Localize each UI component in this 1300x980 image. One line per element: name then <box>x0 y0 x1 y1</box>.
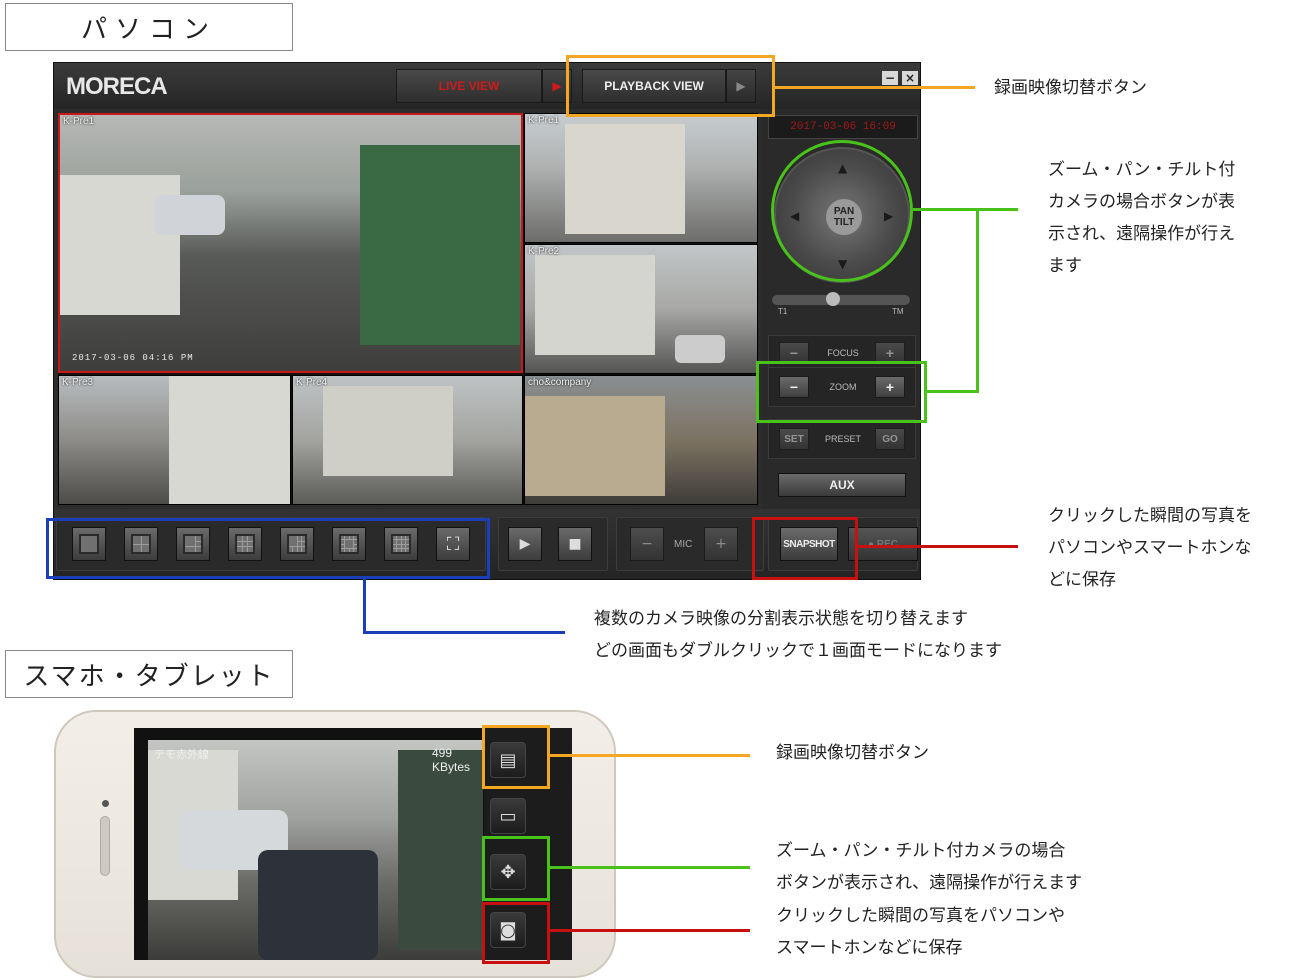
camera-label: K-Pre1 <box>528 115 560 126</box>
leader-line-mobile-ptz <box>550 866 750 869</box>
leader-line-mobile-playback <box>550 754 750 757</box>
leader-line-ptz-h2 <box>927 390 979 393</box>
annotation-mobile-ptz: ズーム・パン・チルト付カメラの場合 ボタンが表示され、遠隔操作が行えます <box>776 835 1082 899</box>
annotation-line: ズーム・パン・チルト付カメラの場合 <box>776 841 1066 861</box>
mic-plus-button[interactable]: + <box>704 527 738 561</box>
phone-video-feed[interactable]: テモ赤外線 499 KBytes <box>148 740 483 960</box>
annotation-line: どに保存 <box>1048 570 1116 590</box>
annotation-line: スマートホンなどに保存 <box>776 938 963 958</box>
camera-timestamp: 2017-03-06 04:16 PM <box>72 353 194 363</box>
pc-section-label: パソコン <box>5 3 293 51</box>
minimize-icon[interactable]: − <box>882 71 898 85</box>
camera-label: K-Pre3 <box>62 377 94 388</box>
close-icon[interactable]: × <box>902 71 918 85</box>
play-button[interactable]: ▶ <box>508 527 542 561</box>
annotation-mobile-playback: 録画映像切替ボタン <box>776 743 929 763</box>
annotation-snapshot: クリックした瞬間の写真を パソコンやスマートホンな どに保存 <box>1048 500 1252 596</box>
green-tarp-shape <box>398 750 483 950</box>
rec-button[interactable]: ● REC <box>848 527 918 561</box>
camera-label: cho&company <box>528 377 592 388</box>
highlight-layouts <box>46 518 490 579</box>
annotation-line: パソコンやスマートホンな <box>1048 538 1252 558</box>
building-shape <box>535 255 655 355</box>
annotation-line: ボタンが表示され、遠隔操作が行えます <box>776 873 1083 893</box>
green-tarp-shape <box>360 145 520 345</box>
camera-tile[interactable]: K-Pre2 <box>524 244 758 374</box>
preset-go-button[interactable]: GO <box>875 428 905 450</box>
single-view-icon[interactable]: ▭ <box>490 798 526 834</box>
stop-icon: ■ <box>568 536 582 552</box>
annotation-line: クリックした瞬間の写真を <box>1048 506 1252 526</box>
live-view-tab[interactable]: LIVE VIEW <box>396 69 542 103</box>
aux-button[interactable]: AUX <box>778 473 906 497</box>
annotation-line: 複数のカメラ映像の分割表示状態を切り替えます <box>594 609 968 629</box>
speaker-icon <box>100 816 110 876</box>
building-shape <box>525 396 665 496</box>
annotation-line: クリックした瞬間の写真をパソコンや <box>776 906 1065 926</box>
front-camera-icon <box>102 800 109 807</box>
camera-grid: K-Pre1 2017-03-06 04:16 PM K-Pre1 K-Pre2… <box>58 113 758 505</box>
leader-line-layouts-h <box>363 631 565 634</box>
highlight-zoom <box>756 361 927 423</box>
datetime-display: 2017-03-06 16:09 <box>768 115 918 139</box>
leader-line-mobile-snapshot <box>550 929 750 932</box>
moreca-app-window: MORECA LIVE VIEW ▶ PLAYBACK VIEW ▶ − × K… <box>53 62 921 580</box>
highlight-mobile-snapshot <box>482 902 550 964</box>
annotation-playback: 録画映像切替ボタン <box>994 78 1147 98</box>
building-shape <box>565 124 685 234</box>
camera-tile[interactable]: K-Pre1 <box>524 113 758 243</box>
highlight-playback <box>566 55 775 117</box>
leader-line-playback <box>775 86 975 89</box>
preset-set-button[interactable]: SET <box>779 428 809 450</box>
stop-button[interactable]: ■ <box>558 527 592 561</box>
annotation-mobile-snapshot: クリックした瞬間の写真をパソコンや スマートホンなどに保存 <box>776 900 1065 964</box>
highlight-ptz-dpad <box>771 140 913 282</box>
camera-tile-main[interactable]: K-Pre1 2017-03-06 04:16 PM <box>58 113 523 373</box>
annotation-layouts: 複数のカメラ映像の分割表示状態を切り替えます どの画面もダブルクリックで１画面モ… <box>594 603 1002 667</box>
preset-row: SET PRESET GO <box>768 419 916 459</box>
car-shape <box>155 195 225 235</box>
zoom-slider-thumb[interactable] <box>826 292 840 306</box>
annotation-line: カメラの場合ボタンが表 <box>1048 192 1235 212</box>
camera-label: K-Pre2 <box>528 246 560 257</box>
annotation-line: ます <box>1048 256 1082 276</box>
highlight-mobile-ptz <box>482 836 550 901</box>
mic-label: MIC <box>674 539 693 550</box>
phone-camera-label: テモ赤外線 <box>154 749 209 761</box>
leader-line-snapshot <box>858 545 1018 548</box>
van-shape <box>258 850 378 960</box>
building-shape <box>323 386 453 476</box>
leader-line-layouts-v <box>363 579 366 634</box>
building-shape <box>169 376 290 504</box>
zoom-slider-track[interactable] <box>772 295 910 305</box>
annotation-line: ズーム・パン・チルト付 <box>1048 160 1236 180</box>
highlight-snapshot <box>752 517 858 580</box>
annotation-line: 示され、遠隔操作が行え <box>1048 224 1236 244</box>
phone-bitrate: 499 KBytes <box>432 746 471 774</box>
camera-tile[interactable]: K-Pre3 <box>58 375 291 505</box>
camera-tile[interactable]: cho&company <box>524 375 758 505</box>
annotation-ptz: ズーム・パン・チルト付 カメラの場合ボタンが表 示され、遠隔操作が行え ます <box>1048 154 1235 282</box>
focus-label: FOCUS <box>827 348 859 358</box>
app-logo: MORECA <box>66 73 168 100</box>
preset-label: PRESET <box>824 434 861 444</box>
play-icon: ▶ <box>519 536 531 552</box>
slider-right-label: TM <box>892 307 904 316</box>
highlight-mobile-playback <box>482 725 550 789</box>
camera-tile[interactable]: K-Pre4 <box>292 375 523 505</box>
slider-left-label: T1 <box>778 307 788 316</box>
annotation-line: どの画面もダブルクリックで１画面モードになります <box>594 641 1002 661</box>
leader-line-ptz-v <box>976 208 979 393</box>
camera-label: K-Pre1 <box>63 116 95 127</box>
mobile-section-label: スマホ・タブレット <box>5 650 293 698</box>
mic-minus-button[interactable]: − <box>630 527 664 561</box>
leader-line-ptz-h1 <box>913 208 1018 211</box>
camera-label: K-Pre4 <box>296 377 328 388</box>
car-shape <box>675 335 725 363</box>
